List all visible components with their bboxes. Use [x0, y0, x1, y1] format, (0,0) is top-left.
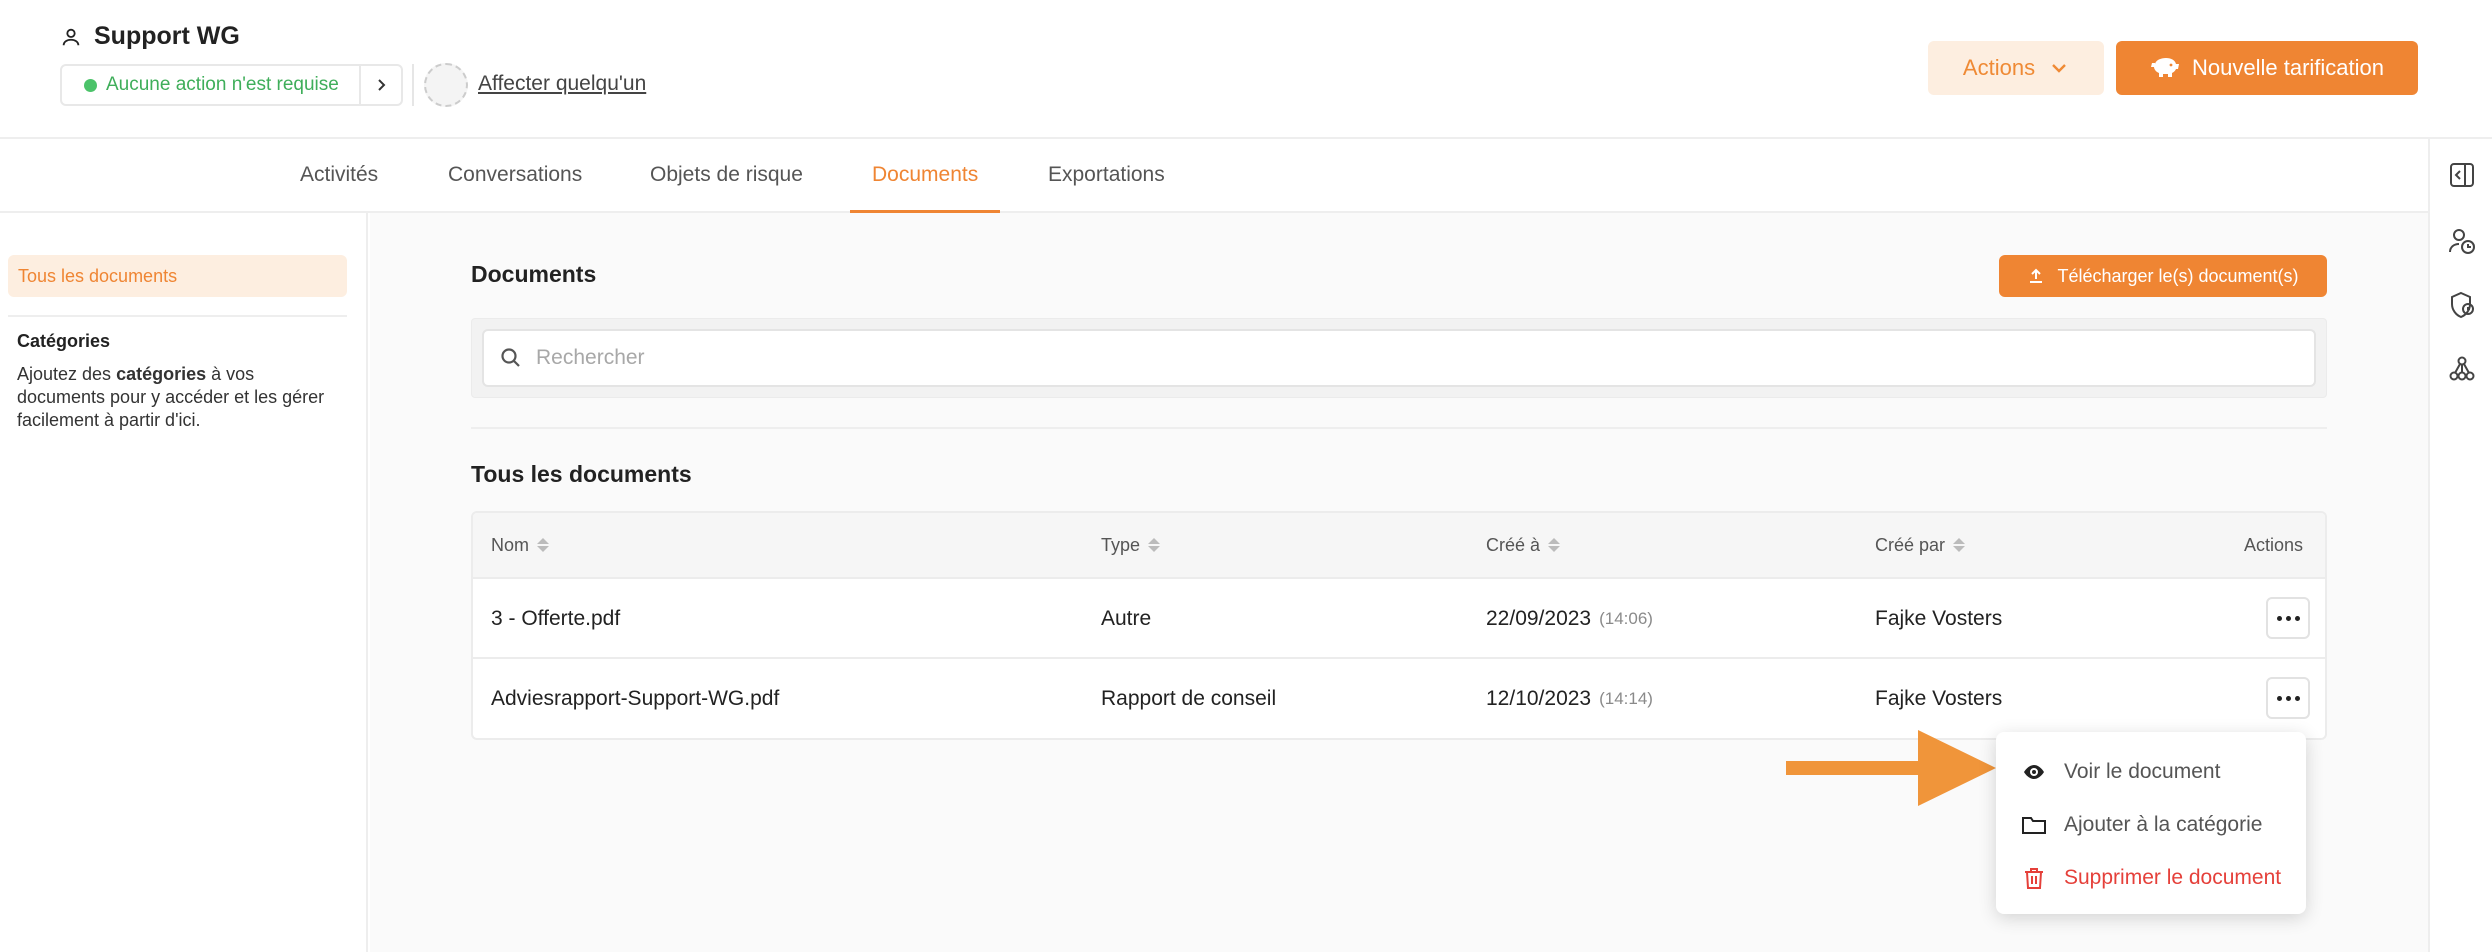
- documents-table: Nom Type Créé à Créé par Actions 3 - Off…: [471, 511, 2327, 740]
- column-header-type[interactable]: Type: [1101, 513, 1161, 577]
- sort-icon: [537, 538, 550, 552]
- cell-type: Autre: [1101, 607, 1152, 630]
- sort-icon: [1148, 538, 1161, 552]
- menu-label: Ajouter à la catégorie: [2064, 813, 2263, 836]
- sort-icon: [1548, 538, 1561, 552]
- shield-clock-icon: [2451, 291, 2474, 319]
- assign-link[interactable]: Affecter quelqu'un: [478, 72, 646, 96]
- status-next-button[interactable]: [358, 66, 401, 104]
- sidebar-divider: [8, 315, 347, 317]
- status-pill[interactable]: Aucune action n'est requise: [60, 64, 403, 106]
- page-title: Documents: [471, 261, 597, 287]
- menu-item-add-to-category[interactable]: Ajouter à la catégorie: [2020, 805, 2262, 845]
- user-icon: [62, 28, 80, 45]
- search-icon: [501, 348, 520, 367]
- cell-created-by: Fajke Vosters: [1875, 687, 2003, 710]
- network-icon: [2449, 356, 2475, 381]
- more-icon: [2276, 695, 2282, 701]
- menu-label: Voir le document: [2064, 760, 2221, 783]
- status-dot-icon: [84, 78, 97, 92]
- history-button[interactable]: [2444, 223, 2480, 259]
- actions-button[interactable]: Actions: [1928, 41, 2104, 95]
- network-button[interactable]: [2444, 351, 2480, 387]
- right-rail: [2428, 139, 2492, 952]
- client-title: Support WG: [60, 22, 240, 51]
- sort-icon: [1953, 538, 1966, 552]
- column-header-created-at[interactable]: Créé à: [1486, 513, 1561, 577]
- row-actions-button[interactable]: [2266, 597, 2310, 639]
- cell-type: Rapport de conseil: [1101, 687, 1277, 710]
- search-container: [471, 318, 2327, 398]
- chevron-down-icon: [2052, 64, 2066, 73]
- annotation-arrow-icon: [1786, 730, 1996, 806]
- search-input[interactable]: [536, 346, 2236, 370]
- piggy-bank-icon: [2151, 58, 2179, 77]
- panel-collapse-icon: [2450, 163, 2474, 187]
- more-icon: [2276, 615, 2282, 621]
- eye-icon: [2024, 765, 2044, 779]
- table-header: Nom Type Créé à Créé par Actions: [473, 513, 2325, 579]
- menu-label: Supprimer le document: [2064, 866, 2282, 889]
- chevron-right-icon: [378, 79, 386, 91]
- categories-title: Catégories: [17, 331, 111, 351]
- column-header-actions: Actions: [2244, 534, 2304, 555]
- search-box[interactable]: [482, 329, 2316, 387]
- tab-bar: Activités Conversations Objets de risque…: [0, 139, 2428, 213]
- cell-created-at: 22/09/2023 (14:06): [1486, 607, 1653, 630]
- header: Support WG Aucune action n'est requise A…: [0, 0, 2492, 139]
- new-pricing-button[interactable]: Nouvelle tarification: [2116, 41, 2418, 95]
- column-header-name[interactable]: Nom: [491, 513, 550, 577]
- column-header-created-by[interactable]: Créé par: [1875, 513, 1966, 577]
- cell-name: Adviesrapport-Support-WG.pdf: [491, 687, 780, 710]
- status-text: Aucune action n'est requise: [106, 74, 339, 95]
- tab-exportations[interactable]: Exportations: [1048, 139, 1165, 211]
- new-pricing-label: Nouvelle tarification: [2192, 55, 2384, 80]
- table-row[interactable]: 3 - Offerte.pdf Autre 22/09/2023 (14:06) …: [473, 579, 2325, 659]
- user-clock-icon: [2449, 229, 2475, 254]
- cell-name: 3 - Offerte.pdf: [491, 607, 621, 630]
- trash-icon: [2025, 868, 2043, 889]
- section-title: Tous les documents: [471, 461, 692, 487]
- shield-button[interactable]: [2444, 287, 2480, 323]
- cell-created-by: Fajke Vosters: [1875, 607, 2003, 630]
- tab-conversations[interactable]: Conversations: [448, 139, 582, 211]
- sidebar: Tous les documents Catégories Ajoutez de…: [0, 213, 368, 952]
- tab-objets-de-risque[interactable]: Objets de risque: [650, 139, 803, 211]
- actions-label: Actions: [1962, 55, 2036, 80]
- categories-description: Ajoutez des catégories à vos documents p…: [17, 364, 325, 430]
- menu-item-view-document[interactable]: Voir le document: [2020, 752, 2220, 792]
- section-divider: [471, 427, 2327, 429]
- client-name: Support WG: [94, 22, 240, 50]
- folder-icon: [2022, 817, 2046, 834]
- upload-documents-button[interactable]: Télécharger le(s) document(s): [1999, 255, 2327, 297]
- table-row[interactable]: Adviesrapport-Support-WG.pdf Rapport de …: [473, 659, 2325, 738]
- assignee-avatar[interactable]: [424, 63, 468, 107]
- row-actions-button[interactable]: [2266, 677, 2310, 719]
- panel-toggle-button[interactable]: [2444, 157, 2480, 193]
- sidebar-item-all-documents[interactable]: Tous les documents: [8, 255, 347, 297]
- divider: [412, 64, 414, 106]
- menu-item-delete-document[interactable]: Supprimer le document: [2020, 858, 2281, 898]
- upload-label: Télécharger le(s) document(s): [2057, 265, 2299, 286]
- row-actions-menu: Voir le document Ajouter à la catégorie …: [1996, 732, 2306, 914]
- tab-activites[interactable]: Activités: [300, 139, 378, 211]
- upload-icon: [2030, 268, 2043, 283]
- cell-created-at: 12/10/2023 (14:14): [1486, 687, 1653, 710]
- tab-documents[interactable]: Documents: [849, 139, 1001, 213]
